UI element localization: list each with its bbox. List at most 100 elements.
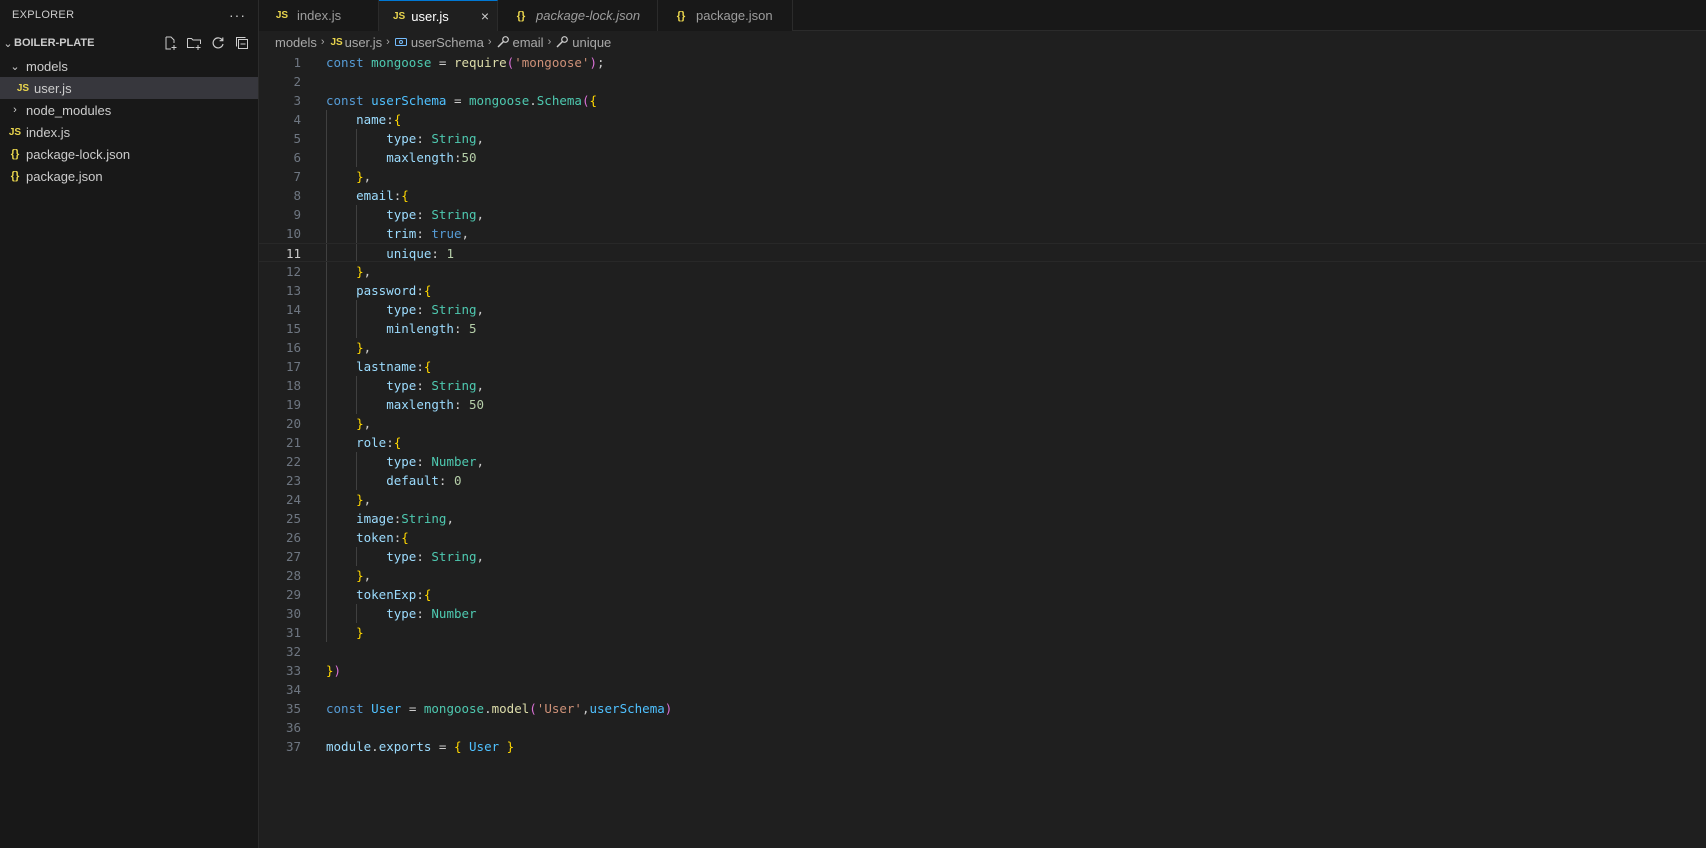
breadcrumb-file[interactable]: JS user.js <box>329 35 382 50</box>
code-line[interactable]: 4 name:{ <box>259 110 1706 129</box>
code-text: }, <box>301 414 371 433</box>
chevron-right-icon: › <box>320 36 325 48</box>
refresh-icon[interactable] <box>210 35 226 51</box>
indent-guide <box>326 623 327 642</box>
new-file-icon[interactable] <box>162 35 178 51</box>
line-number: 20 <box>285 416 301 431</box>
code-line[interactable]: 17 lastname:{ <box>259 357 1706 376</box>
tree-file-package-json[interactable]: {} package.json <box>0 165 258 187</box>
breadcrumb-symbol-variable[interactable]: userSchema <box>394 35 484 50</box>
indent-guide <box>326 148 327 167</box>
breadcrumb-symbol-property[interactable]: email <box>496 35 544 50</box>
line-number: 1 <box>293 55 301 70</box>
code-line[interactable]: 11 unique: 1 <box>259 243 1706 262</box>
code-line[interactable]: 22 type: Number, <box>259 452 1706 471</box>
code-line[interactable]: 36 <box>259 718 1706 737</box>
tab-index-js[interactable]: JS index.js <box>259 0 379 31</box>
code-line[interactable]: 31 } <box>259 623 1706 642</box>
code-text: unique: 1 <box>301 244 454 261</box>
code-line[interactable]: 26 token:{ <box>259 528 1706 547</box>
collapse-all-icon[interactable] <box>234 35 250 51</box>
tree-folder-models[interactable]: ⌄ models <box>0 55 258 77</box>
code-line[interactable]: 8 email:{ <box>259 186 1706 205</box>
line-number: 25 <box>285 511 301 526</box>
code-line[interactable]: 28 }, <box>259 566 1706 585</box>
code-line[interactable]: 7 }, <box>259 167 1706 186</box>
code-line[interactable]: 32 <box>259 642 1706 661</box>
code-line[interactable]: 20 }, <box>259 414 1706 433</box>
tree-file-user-js[interactable]: JS user.js <box>0 77 258 99</box>
line-number: 3 <box>293 93 301 108</box>
code-text: email:{ <box>301 186 409 205</box>
code-line[interactable]: 2 <box>259 72 1706 91</box>
breadcrumb-symbol-property[interactable]: unique <box>555 35 611 50</box>
new-folder-icon[interactable] <box>186 35 202 51</box>
breadcrumb-folder[interactable]: models <box>275 35 317 50</box>
code-line[interactable]: 24 }, <box>259 490 1706 509</box>
code-line[interactable]: 21 role:{ <box>259 433 1706 452</box>
js-file-icon: JS <box>330 36 343 48</box>
line-number: 15 <box>285 321 301 336</box>
code-line[interactable]: 35 const User = mongoose.model('User',use… <box>259 699 1706 718</box>
code-line[interactable]: 34 <box>259 680 1706 699</box>
indent-guide <box>326 452 327 471</box>
code-line[interactable]: 12 }, <box>259 262 1706 281</box>
tab-package-json[interactable]: {} package.json <box>658 0 793 31</box>
code-line[interactable]: 27 type: String, <box>259 547 1706 566</box>
breadcrumb: models › JS user.js › userSchema › email… <box>259 31 1706 53</box>
line-number: 27 <box>285 549 301 564</box>
code-line[interactable]: 13 password:{ <box>259 281 1706 300</box>
tab-label: index.js <box>297 8 342 23</box>
code-line[interactable]: 30 type: Number <box>259 604 1706 623</box>
tab-package-lock-json[interactable]: {} package-lock.json <box>498 0 658 31</box>
code-line[interactable]: 15 minlength: 5 <box>259 319 1706 338</box>
indent-guide <box>326 110 327 129</box>
more-actions-icon[interactable]: ··· <box>229 7 246 23</box>
tree-folder-node-modules[interactable]: › node_modules <box>0 99 258 121</box>
indent-guide <box>326 300 327 319</box>
tree-file-package-lock-json[interactable]: {} package-lock.json <box>0 143 258 165</box>
line-number: 14 <box>285 302 301 317</box>
code-line[interactable]: 9 type: String, <box>259 205 1706 224</box>
line-number: 10 <box>285 226 301 241</box>
workspace-section-header[interactable]: ⌄ BOILER-PLATE <box>0 31 258 55</box>
indent-guide <box>356 471 358 490</box>
code-line[interactable]: 19 maxlength: 50 <box>259 395 1706 414</box>
tab-label: package-lock.json <box>536 8 641 23</box>
workspace-name: BOILER-PLATE <box>14 37 95 49</box>
code-text: }, <box>301 262 371 281</box>
code-text: } <box>301 623 364 642</box>
code-line[interactable]: 5 type: String, <box>259 129 1706 148</box>
code-line[interactable]: 1 const mongoose = require('mongoose'); <box>259 53 1706 72</box>
code-text: type: String, <box>301 129 484 148</box>
code-line[interactable]: 25 image:String, <box>259 509 1706 528</box>
code-text: maxlength: 50 <box>301 395 484 414</box>
code-line[interactable]: 33}) <box>259 661 1706 680</box>
tree-file-index-js[interactable]: JS index.js <box>0 121 258 143</box>
code-line[interactable]: 18 type: String, <box>259 376 1706 395</box>
code-line[interactable]: 14 type: String, <box>259 300 1706 319</box>
code-line[interactable]: 23 default: 0 <box>259 471 1706 490</box>
code-line[interactable]: 10 trim: true, <box>259 224 1706 243</box>
tab-label: package.json <box>696 8 773 23</box>
tab-user-js[interactable]: JS user.js × <box>379 0 498 31</box>
code-line[interactable]: 3 const userSchema = mongoose.Schema({ <box>259 91 1706 110</box>
tab-label: user.js <box>411 8 449 24</box>
code-text: tokenExp:{ <box>301 585 431 604</box>
code-text: trim: true, <box>301 224 469 243</box>
code-line[interactable]: 6 maxlength:50 <box>259 148 1706 167</box>
code-line[interactable]: 29 tokenExp:{ <box>259 585 1706 604</box>
js-file-icon: JS <box>8 126 22 138</box>
close-icon[interactable]: × <box>481 8 489 24</box>
indent-guide <box>326 376 327 395</box>
code-line[interactable]: 37 module.exports = { User } <box>259 737 1706 756</box>
chevron-down-icon: ⌄ <box>10 60 20 73</box>
code-text: }, <box>301 490 371 509</box>
breadcrumb-label: unique <box>572 34 612 50</box>
indent-guide <box>326 186 327 205</box>
code-line[interactable]: 16 }, <box>259 338 1706 357</box>
code-editor[interactable]: 1 const mongoose = require('mongoose'); 2 3… <box>259 53 1706 848</box>
indent-guide <box>326 205 327 224</box>
